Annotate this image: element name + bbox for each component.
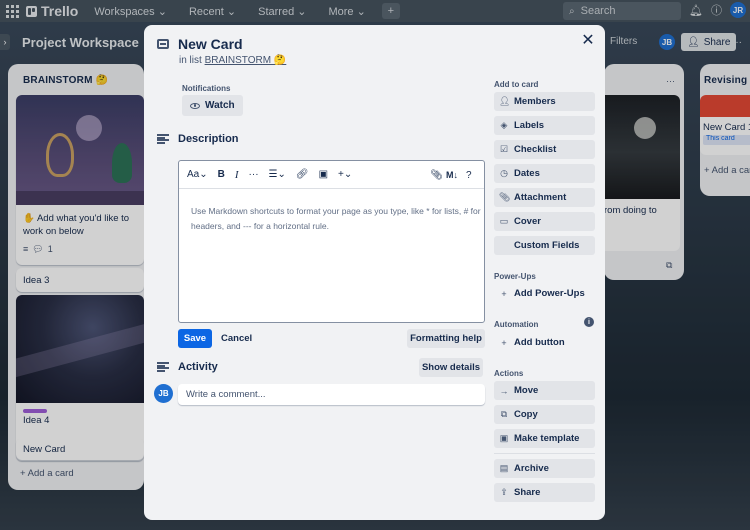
- text-style-button[interactable]: Aa ⌄: [187, 169, 208, 180]
- italic-button[interactable]: I: [235, 169, 239, 181]
- automation-heading: Automation: [494, 320, 539, 329]
- custom-fields-label: Custom Fields: [514, 240, 580, 251]
- template-icon: ▣: [499, 433, 509, 443]
- cover-button[interactable]: ▭ Cover: [494, 212, 595, 231]
- in-list-text: in list BRAINSTORM 🤔: [179, 55, 286, 66]
- text-style-label: Aa: [187, 169, 200, 180]
- list-button[interactable]: ☰ ⌄: [269, 169, 286, 180]
- watch-label: Watch: [205, 100, 235, 111]
- share-icon: ⇪: [500, 487, 508, 497]
- attachment-label: Attachment: [514, 192, 567, 203]
- add-button-label: Add button: [514, 337, 565, 348]
- labels-label: Labels: [514, 120, 545, 131]
- in-list-prefix: in list: [179, 55, 202, 66]
- copy-icon: ⧉: [500, 409, 508, 419]
- card-title[interactable]: New Card: [178, 36, 243, 52]
- dates-button[interactable]: ◷ Dates: [494, 164, 595, 183]
- copy-button[interactable]: ⧉ Copy: [494, 405, 595, 424]
- share-button[interactable]: ⇪ Share: [494, 483, 595, 502]
- share-label: Share: [514, 487, 541, 498]
- link-icon[interactable]: 🔗︎: [296, 169, 309, 180]
- editor-placeholder: Use Markdown shortcuts to format your pa…: [191, 206, 481, 231]
- members-label: Members: [514, 96, 556, 107]
- add-to-card-heading: Add to card: [494, 80, 539, 89]
- eye-icon: [190, 102, 200, 109]
- comment-input[interactable]: Write a comment...: [178, 384, 485, 405]
- arrow-right-icon: →: [499, 385, 509, 396]
- description-editor[interactable]: Aa ⌄ B I ··· ☰ ⌄ 🔗︎ ▣ +⌄ 📎︎ M↓ ? Use Markd…: [178, 160, 485, 323]
- move-label: Move: [514, 385, 539, 396]
- comment-placeholder: Write a comment...: [186, 389, 266, 400]
- cancel-button[interactable]: Cancel: [221, 333, 252, 344]
- archive-label: Archive: [514, 463, 549, 474]
- plus-icon: +: [501, 288, 507, 299]
- insert-button[interactable]: +⌄: [338, 169, 352, 180]
- show-details-button[interactable]: Show details: [419, 358, 483, 377]
- checklist-label: Checklist: [514, 144, 557, 155]
- paperclip-icon: 📎︎: [499, 192, 511, 202]
- list-icon: ☰: [268, 169, 278, 180]
- archive-icon: ▤: [499, 463, 509, 473]
- notifications-heading: Notifications: [182, 84, 231, 93]
- help-icon[interactable]: ?: [466, 170, 472, 181]
- save-button[interactable]: Save: [178, 329, 212, 348]
- add-button-button[interactable]: + Add button: [494, 333, 595, 352]
- cover-label: Cover: [514, 216, 541, 227]
- make-template-button[interactable]: ▣ Make template: [494, 429, 595, 448]
- bold-button[interactable]: B: [218, 169, 225, 180]
- card-detail-modal: New Card in list BRAINSTORM 🤔 ✕ Notifica…: [144, 25, 605, 520]
- attachment-icon[interactable]: 📎︎: [430, 170, 443, 181]
- watch-button[interactable]: Watch: [182, 95, 243, 116]
- divider: [494, 453, 595, 454]
- move-button[interactable]: → Move: [494, 381, 595, 400]
- custom-fields-button[interactable]: Custom Fields: [494, 236, 595, 255]
- markdown-icon[interactable]: M↓: [446, 170, 458, 180]
- archive-button[interactable]: ▤ Archive: [494, 459, 595, 478]
- more-formatting-button[interactable]: ···: [249, 169, 259, 180]
- dates-label: Dates: [514, 168, 540, 179]
- plus-icon: +: [501, 337, 507, 348]
- description-icon: [157, 134, 169, 144]
- actions-heading: Actions: [494, 369, 524, 378]
- image-icon[interactable]: ▣: [319, 169, 328, 180]
- comment-avatar: JB: [154, 384, 173, 403]
- powerups-heading: Power-Ups: [494, 272, 536, 281]
- clock-icon: ◷: [500, 168, 508, 178]
- add-powerups-button[interactable]: + Add Power-Ups: [494, 284, 595, 303]
- copy-label: Copy: [514, 409, 538, 420]
- close-icon[interactable]: ✕: [580, 33, 596, 49]
- list-link[interactable]: BRAINSTORM 🤔: [205, 55, 287, 66]
- formatting-help-button[interactable]: Formatting help: [407, 329, 485, 348]
- attachment-button[interactable]: 📎︎ Attachment: [494, 188, 595, 207]
- make-template-label: Make template: [514, 433, 580, 444]
- labels-button[interactable]: ◈ Labels: [494, 116, 595, 135]
- checklist-button[interactable]: ☑ Checklist: [494, 140, 595, 159]
- activity-heading: Activity: [178, 361, 218, 373]
- description-heading: Description: [178, 133, 239, 145]
- checkbox-icon: ☑: [499, 144, 509, 154]
- person-icon: 👤︎: [499, 96, 511, 106]
- cover-icon: ▭: [499, 216, 509, 226]
- add-powerups-label: Add Power-Ups: [514, 288, 585, 299]
- tag-icon: ◈: [500, 120, 508, 130]
- card-icon: [157, 39, 169, 49]
- info-icon[interactable]: i: [584, 317, 594, 327]
- activity-icon: [157, 362, 169, 372]
- members-button[interactable]: 👤︎ Members: [494, 92, 595, 111]
